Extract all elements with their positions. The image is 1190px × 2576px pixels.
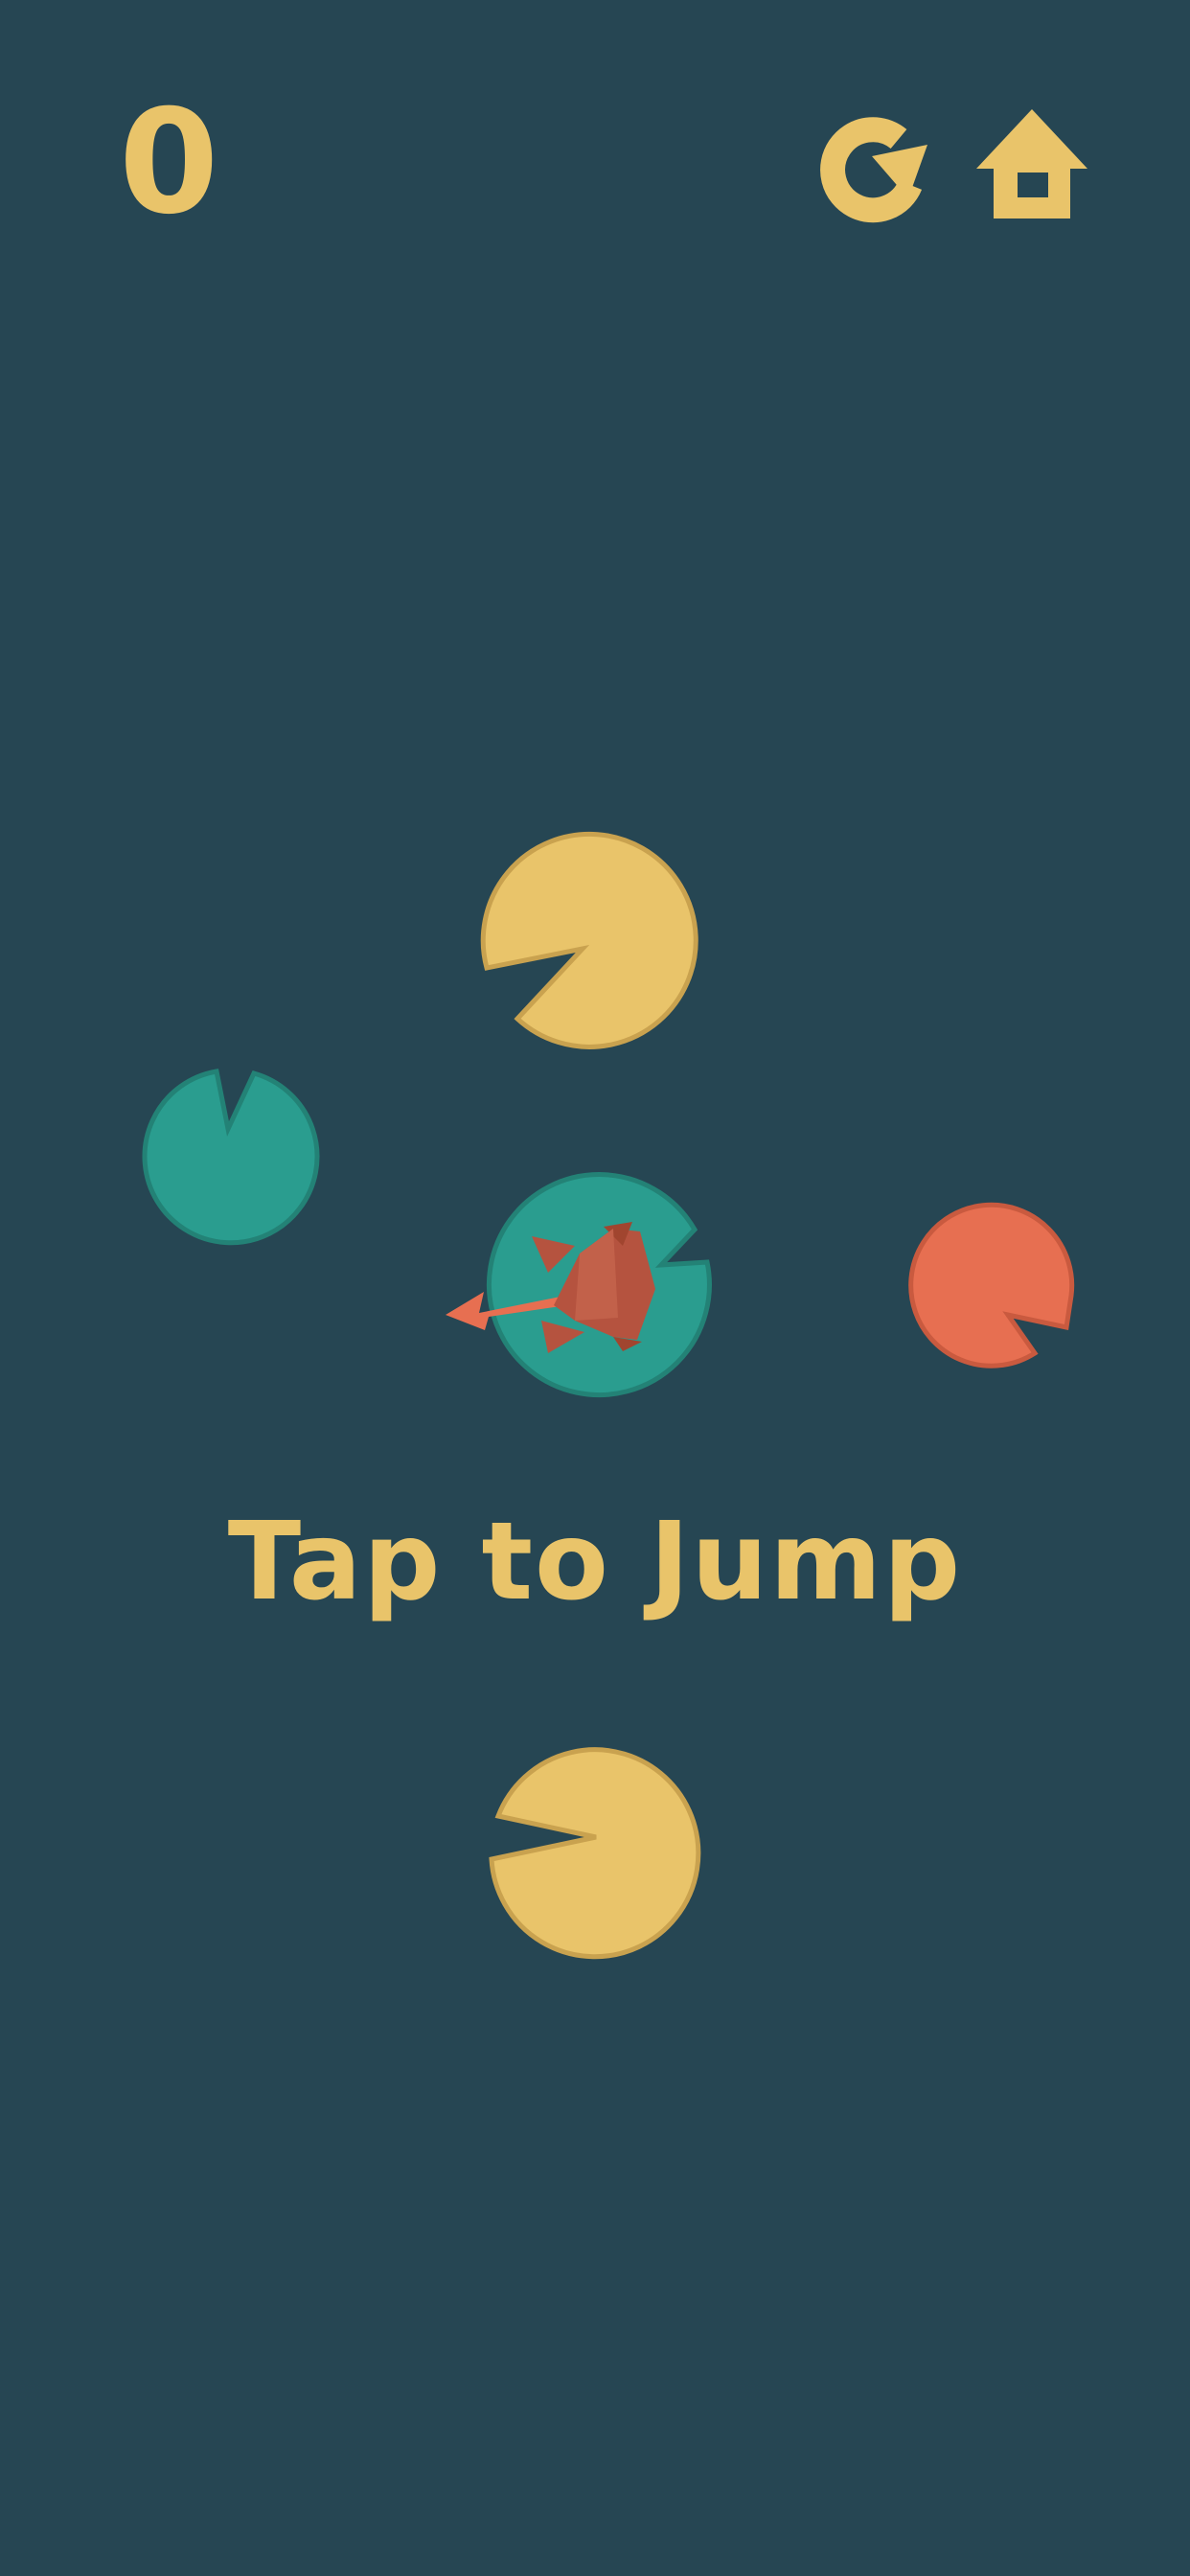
tap-to-jump-hint: Tap to Jump (227, 1500, 963, 1624)
lily-pad-yellow-top[interactable] (480, 831, 705, 1050)
lily-pad-coral-right[interactable] (908, 1202, 1075, 1368)
pond (142, 831, 1075, 1960)
lily-pad-yellow-bottom[interactable] (489, 1747, 701, 1960)
lily-pad-teal-left[interactable] (142, 1069, 320, 1246)
